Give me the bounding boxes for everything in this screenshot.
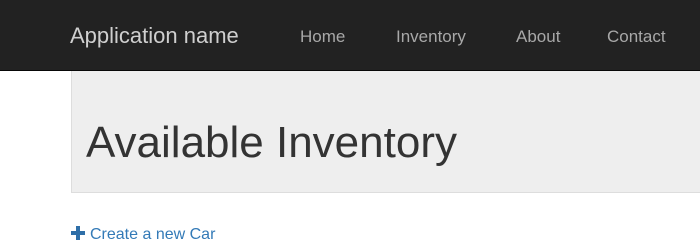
page-title: Available Inventory xyxy=(86,118,457,167)
create-new-car-link[interactable]: Create a new Car xyxy=(71,225,215,245)
nav-link-contact[interactable]: Contact xyxy=(607,26,666,48)
nav-link-about[interactable]: About xyxy=(516,26,560,48)
plus-icon xyxy=(71,226,85,240)
create-new-car-label: Create a new Car xyxy=(90,226,216,243)
top-navbar: Application name Home Inventory About Co… xyxy=(0,0,700,71)
page-header-panel: Available Inventory xyxy=(71,71,700,193)
brand-link[interactable]: Application name xyxy=(70,22,239,50)
nav-link-inventory[interactable]: Inventory xyxy=(396,26,466,48)
nav-link-home[interactable]: Home xyxy=(300,26,345,48)
